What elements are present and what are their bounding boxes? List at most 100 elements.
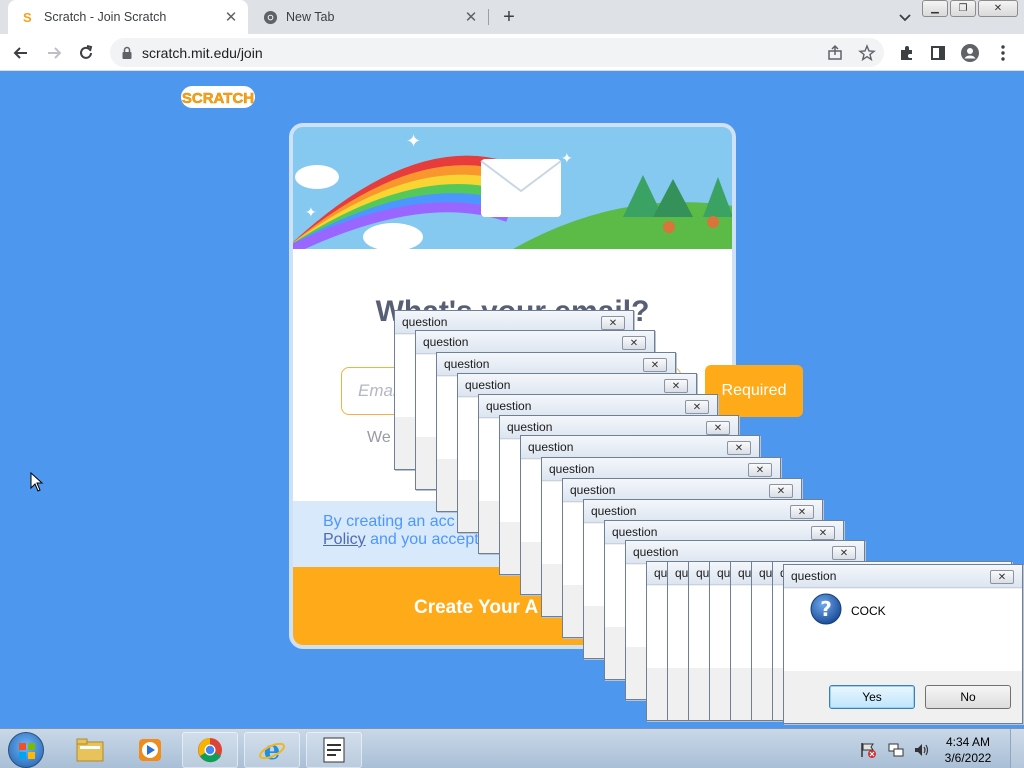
dialog-close-button[interactable]: ✕ [601,316,625,330]
dialog-title: question [402,315,448,329]
dialog-close-button[interactable]: ✕ [622,336,646,350]
lock-icon[interactable] [120,46,134,60]
dialog-close-button[interactable]: ✕ [769,484,793,498]
svg-text:✦: ✦ [406,131,421,152]
dialog-close-button[interactable]: ✕ [727,441,751,455]
dialog-title: question [423,335,469,349]
dialog-title: question [528,440,574,454]
yes-button[interactable]: Yes [829,685,915,709]
required-tooltip-text: Required [721,382,787,399]
tab-close-icon[interactable]: ✕ [462,8,480,26]
dialog-title-fragment: qu [759,566,773,580]
tab-new-tab[interactable]: New Tab ✕ [250,0,488,34]
required-tooltip: Required [705,365,803,417]
svg-text:✦: ✦ [305,205,317,221]
action-center-flag-icon[interactable] [856,732,880,768]
dialog-title-fragment: qu [696,566,710,580]
dialog-title: question [507,420,553,434]
dialog-close-button[interactable]: ✕ [990,570,1014,584]
chrome-taskbar-icon[interactable] [182,732,238,768]
dialog-title: question [570,483,616,497]
svg-text:e: e [264,736,281,764]
dialog-title-fragment: qu [654,566,668,580]
tab-close-icon[interactable]: ✕ [222,8,240,26]
url-text: scratch.mit.edu/join [142,44,263,61]
scratch-logo[interactable]: SCRATCH [180,84,256,110]
tab-search-chevron-icon[interactable] [896,8,914,26]
dialog-title-fragment: qu [717,566,731,580]
privacy-policy-link[interactable]: Policy [323,531,366,548]
restore-button[interactable]: ❐ [950,0,976,17]
volume-icon[interactable] [910,732,934,768]
forward-arrow-icon[interactable] [43,42,65,64]
dialog-close-button[interactable]: ✕ [790,505,814,519]
extensions-puzzle-icon[interactable] [896,42,918,64]
taskbar-clock[interactable]: 4:34 AM 3/6/2022 [938,734,998,766]
dialog-titlebar[interactable]: question ✕ [521,436,759,459]
show-desktop-button[interactable] [1010,729,1024,768]
tab-title: Scratch - Join Scratch [44,10,167,24]
rainbow-envelope-banner: ✦ ✦ ✦ [293,127,732,254]
dialog-title-fragment: qu [738,566,752,580]
browser-toolbar: scratch.mit.edu/join [0,34,1024,71]
reload-icon[interactable] [75,42,97,64]
dialog-title: question [549,462,595,476]
chrome-favicon-icon [262,9,278,25]
dialog-title: question [465,378,511,392]
clock-date: 3/6/2022 [944,751,992,765]
more-menu-icon[interactable] [992,42,1014,64]
dialog-app-icon[interactable] [306,732,362,768]
no-button[interactable]: No [925,685,1011,709]
question-icon: ? [810,593,842,625]
start-button[interactable] [8,732,44,768]
close-window-button[interactable]: ✕ [978,0,1018,17]
dialog-title: question [791,569,837,583]
clock-time: 4:34 AM [945,735,991,749]
tab-separator [488,9,489,25]
dialog-titlebar[interactable]: question ✕ [784,565,1022,588]
network-icon[interactable] [884,732,908,768]
svg-text:✦: ✦ [561,151,573,167]
dialog-close-button[interactable]: ✕ [664,379,688,393]
helper-text: We [367,429,391,446]
dialog-close-button[interactable]: ✕ [748,463,772,477]
create-account-label: Create Your A [414,597,539,618]
tab-strip: S Scratch - Join Scratch ✕ New Tab ✕ + ▁… [0,0,1024,34]
dialog-title: question [612,525,658,539]
dialog-close-button[interactable]: ✕ [811,526,835,540]
mouse-cursor-icon [30,471,44,492]
svg-text:SCRATCH: SCRATCH [182,90,254,107]
svg-text:S: S [23,10,32,24]
dialog-title: question [633,545,679,559]
profile-avatar-icon[interactable] [959,42,981,64]
address-bar[interactable]: scratch.mit.edu/join [110,38,884,67]
dialog-title-fragment: qu [675,566,689,580]
tab-scratch-join[interactable]: S Scratch - Join Scratch ✕ [8,0,248,34]
dialog-close-button[interactable]: ✕ [832,546,856,560]
tab-title: New Tab [286,10,335,24]
dialog-message: COCK [851,604,886,618]
media-player-icon[interactable] [122,732,178,768]
dialog-close-button[interactable]: ✕ [706,421,730,435]
window-controls: ▁ ❐ ✕ [922,0,1018,17]
side-panel-icon[interactable] [927,42,949,64]
dialog-title: question [444,357,490,371]
explorer-folder-icon[interactable] [62,732,118,768]
windows-taskbar: e 4:34 AM 3/6/2022 [0,728,1024,768]
new-tab-button[interactable]: + [498,6,520,28]
share-icon[interactable] [826,44,844,62]
dialog-title: question [486,399,532,413]
dialog-close-button[interactable]: ✕ [685,400,709,414]
question-dialog: question ✕ ? COCK Yes No [783,564,1023,724]
dialog-titlebar[interactable]: question ✕ [416,331,654,354]
dialog-title: question [591,504,637,518]
internet-explorer-icon[interactable]: e [244,732,300,768]
scratch-favicon-icon: S [20,9,36,25]
terms-text-line2: and you accept [365,531,479,548]
terms-text-line1: By creating an acc [323,513,455,530]
bookmark-star-icon[interactable] [858,44,876,62]
svg-text:?: ? [820,597,832,621]
dialog-close-button[interactable]: ✕ [643,358,667,372]
back-arrow-icon[interactable] [10,42,32,64]
minimize-button[interactable]: ▁ [922,0,948,17]
